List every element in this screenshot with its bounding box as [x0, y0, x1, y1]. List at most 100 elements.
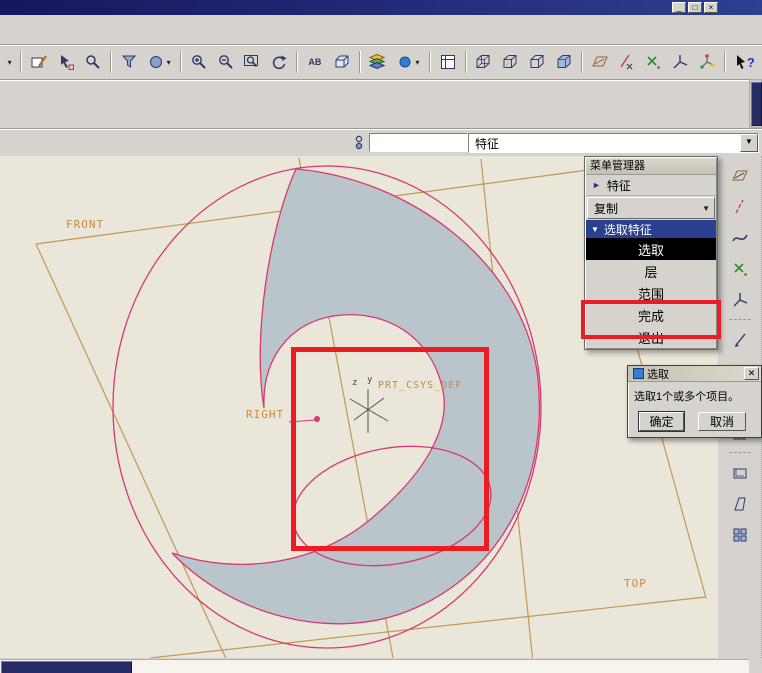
- find-glyph: [86, 55, 100, 69]
- datum-plane-display-icon[interactable]: [587, 49, 613, 76]
- feature-type-combo[interactable]: 特征 ▼: [468, 133, 759, 153]
- horizontal-scrollbar[interactable]: [0, 659, 762, 673]
- dialog-close-icon[interactable]: ✕: [744, 367, 759, 380]
- sketch-edit-icon[interactable]: [26, 49, 52, 76]
- spin-center-glyph: [699, 54, 715, 69]
- datum-csys-tool-icon[interactable]: [726, 286, 754, 313]
- pattern-tool-glyph: [733, 528, 746, 541]
- minimize-button[interactable]: _: [672, 2, 686, 13]
- front-plane-label: FRONT: [66, 218, 105, 231]
- render-style-icon[interactable]: ▾: [142, 49, 175, 76]
- select-dialog-message: 选取1个或多个项目。: [634, 391, 740, 403]
- draft-tool-icon[interactable]: [726, 490, 754, 517]
- shaded-display-icon[interactable]: [551, 49, 577, 76]
- help-arrow-glyph: [736, 55, 745, 69]
- datum-axis-tool-glyph: [734, 199, 744, 213]
- dialog-icon: [633, 368, 644, 379]
- ab-label: AB: [308, 57, 322, 67]
- datum-curve-tool-icon[interactable]: [726, 224, 754, 251]
- select-dialog-titlebar[interactable]: 选取 ✕: [628, 366, 761, 382]
- toolbar-overflow-icon[interactable]: ▾: [2, 49, 16, 76]
- feature-bar: 特征 ▼: [0, 130, 762, 155]
- shell-tool-glyph: [733, 468, 746, 478]
- toolbar-separator: [464, 51, 467, 73]
- datum-axis-display-glyph: [620, 54, 633, 70]
- cancel-button[interactable]: 取消: [698, 412, 746, 431]
- zoom-out-icon[interactable]: [213, 49, 239, 76]
- datum-curve-tool-glyph: [731, 234, 748, 241]
- hidden-line-glyph: [503, 55, 517, 68]
- horizontal-scroll-thumb[interactable]: [1, 661, 132, 673]
- window-titlebar[interactable]: _ □ ×: [0, 0, 762, 15]
- sketch-tool-icon[interactable]: [726, 326, 754, 353]
- datum-csys-display-icon[interactable]: [667, 49, 693, 76]
- model-tree-glyph: [440, 55, 455, 69]
- vertical-scrollbar[interactable]: [749, 79, 762, 128]
- named-views-icon[interactable]: AB: [302, 49, 328, 76]
- ok-button[interactable]: 确定: [638, 411, 685, 432]
- menu-section-select-feat[interactable]: ▼ 选取特征: [586, 220, 716, 238]
- view-manager-glyph: [399, 56, 411, 68]
- close-button[interactable]: ×: [704, 2, 718, 13]
- help-question-glyph: ?: [746, 54, 755, 70]
- menu-item-copy[interactable]: 复制 ▼: [587, 197, 715, 219]
- find-icon[interactable]: [80, 49, 106, 76]
- shell-tool-icon[interactable]: [726, 459, 754, 486]
- view-filter-glyph: [121, 55, 136, 68]
- repaint-icon[interactable]: [266, 49, 292, 76]
- datum-axis-display-icon[interactable]: [613, 49, 639, 76]
- app-window: _ □ × ▾ ▾ AB ▾ ? 特征 ▼ FRONT RIGHT TOP PR…: [0, 0, 762, 673]
- scrollbar-corner: [749, 659, 762, 673]
- dropdown-chevron-icon: ▾: [415, 57, 420, 67]
- layers-icon[interactable]: [365, 49, 391, 76]
- render-sphere-glyph: [149, 56, 162, 68]
- view-filter-icon[interactable]: [116, 49, 142, 76]
- menu-header-feature[interactable]: ► 特征: [586, 175, 716, 196]
- toolbar-separator: [428, 51, 431, 73]
- menu-item-select[interactable]: 选取: [586, 238, 716, 260]
- zoom-fit-icon[interactable]: [239, 49, 265, 76]
- toolbar-separator: [179, 51, 182, 73]
- datum-plane-tool-icon[interactable]: [726, 162, 754, 189]
- spin-center-icon[interactable]: [694, 49, 720, 76]
- toolbar-separator: [580, 51, 583, 73]
- model-tree-icon[interactable]: [435, 49, 461, 76]
- no-hidden-display-icon[interactable]: [524, 49, 550, 76]
- collapse-arrow-icon: ►: [592, 180, 601, 190]
- toolbar-separator: [109, 51, 112, 73]
- draft-tool-glyph: [733, 497, 746, 510]
- restore-button[interactable]: □: [688, 2, 702, 13]
- dropdown-chevron-icon: ▼: [702, 203, 710, 213]
- main-toolbar: ▾ ▾ AB ▾ ?: [0, 47, 762, 77]
- saved-views-icon[interactable]: [329, 49, 355, 76]
- menu-section-label: 选取特征: [603, 222, 652, 237]
- hidden-line-display-icon[interactable]: [497, 49, 523, 76]
- context-help-icon[interactable]: ?: [730, 49, 761, 76]
- wireframe-display-icon[interactable]: [471, 49, 497, 76]
- datum-point-tool-icon[interactable]: [726, 255, 754, 282]
- dropdown-chevron-icon: ▾: [166, 57, 171, 67]
- menu-item-layer[interactable]: 层: [586, 260, 716, 282]
- view-manager-icon[interactable]: ▾: [391, 49, 424, 76]
- selection-filter-glyph: [355, 135, 362, 149]
- datum-axis-tool-icon[interactable]: [726, 193, 754, 220]
- zoom-in-icon[interactable]: [186, 49, 212, 76]
- wireframe-glyph: [476, 55, 490, 68]
- zoom-fit-glyph: [244, 55, 259, 68]
- selection-filter-icon[interactable]: [350, 132, 367, 153]
- toolbar-separator: [728, 319, 751, 320]
- menu-feature-label: 特征: [606, 178, 631, 193]
- smart-select-icon[interactable]: [53, 49, 79, 76]
- feature-type-value: 特征: [475, 136, 500, 151]
- vertical-scroll-thumb[interactable]: [751, 82, 762, 126]
- pattern-tool-icon[interactable]: [726, 521, 754, 548]
- window-controls: _ □ ×: [672, 2, 718, 13]
- toolbar-separator: [296, 51, 298, 73]
- status-field[interactable]: [369, 133, 468, 152]
- datum-point-display-icon[interactable]: [640, 49, 666, 76]
- datum-csys-display-glyph: [673, 55, 688, 69]
- saved-views-glyph: [335, 55, 349, 68]
- combo-dropdown-icon[interactable]: ▼: [740, 134, 758, 152]
- zoom-out-glyph: [218, 55, 233, 69]
- sketch-tool-glyph: [734, 333, 746, 347]
